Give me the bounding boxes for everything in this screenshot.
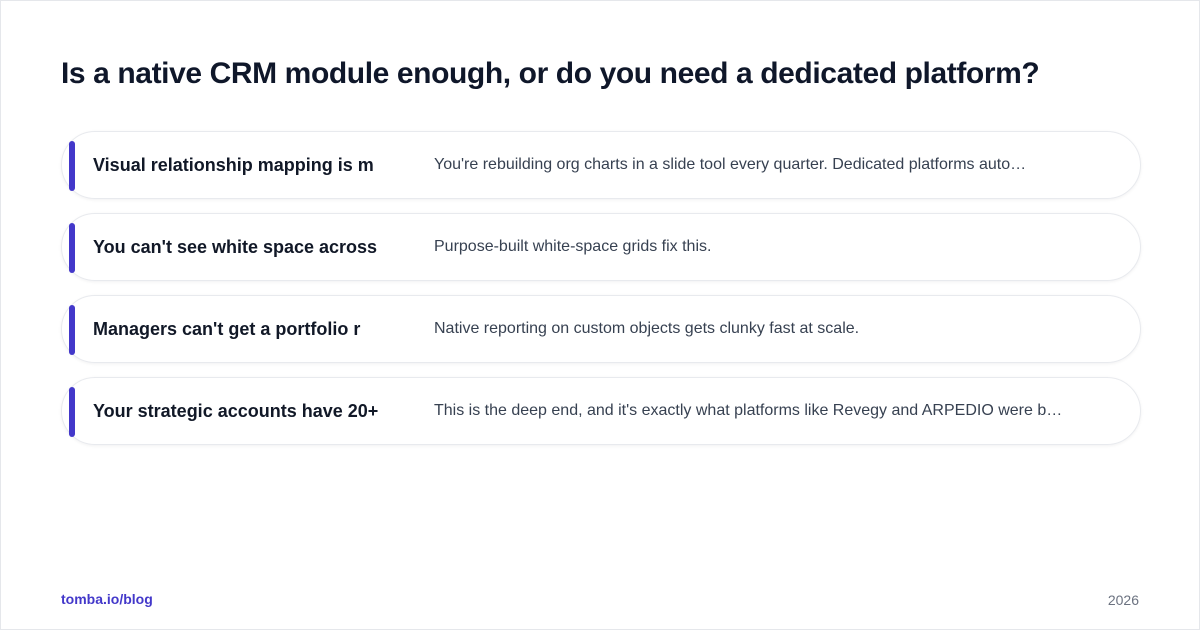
criteria-list: Visual relationship mapping is m You're … [61, 131, 1141, 459]
page-title: Is a native CRM module enough, or do you… [61, 57, 1040, 90]
row-description: Purpose-built white-space grids fix this… [434, 238, 712, 255]
row-description: Native reporting on custom objects gets … [434, 320, 860, 337]
criteria-row: You can't see white space across Purpose… [61, 213, 1141, 281]
row-heading: Managers can't get a portfolio r [93, 319, 361, 339]
row-description: This is the deep end, and it's exactly w… [434, 402, 1063, 419]
footer-year: 2026 [1107, 592, 1139, 608]
row-accent-bar [69, 141, 75, 191]
row-accent-bar [69, 305, 75, 355]
row-heading: You can't see white space across [93, 237, 378, 257]
row-heading: Your strategic accounts have 20+ [93, 401, 379, 421]
criteria-row: Your strategic accounts have 20+ This is… [61, 377, 1141, 445]
criteria-row: Visual relationship mapping is m You're … [61, 131, 1141, 199]
row-description: You're rebuilding org charts in a slide … [434, 156, 1027, 173]
criteria-row: Managers can't get a portfolio r Native … [61, 295, 1141, 363]
row-heading: Visual relationship mapping is m [93, 155, 374, 175]
row-accent-bar [69, 223, 75, 273]
row-accent-bar [69, 387, 75, 437]
blog-link[interactable]: tomba.io/blog [61, 591, 153, 607]
page-frame: Is a native CRM module enough, or do you… [0, 0, 1200, 630]
